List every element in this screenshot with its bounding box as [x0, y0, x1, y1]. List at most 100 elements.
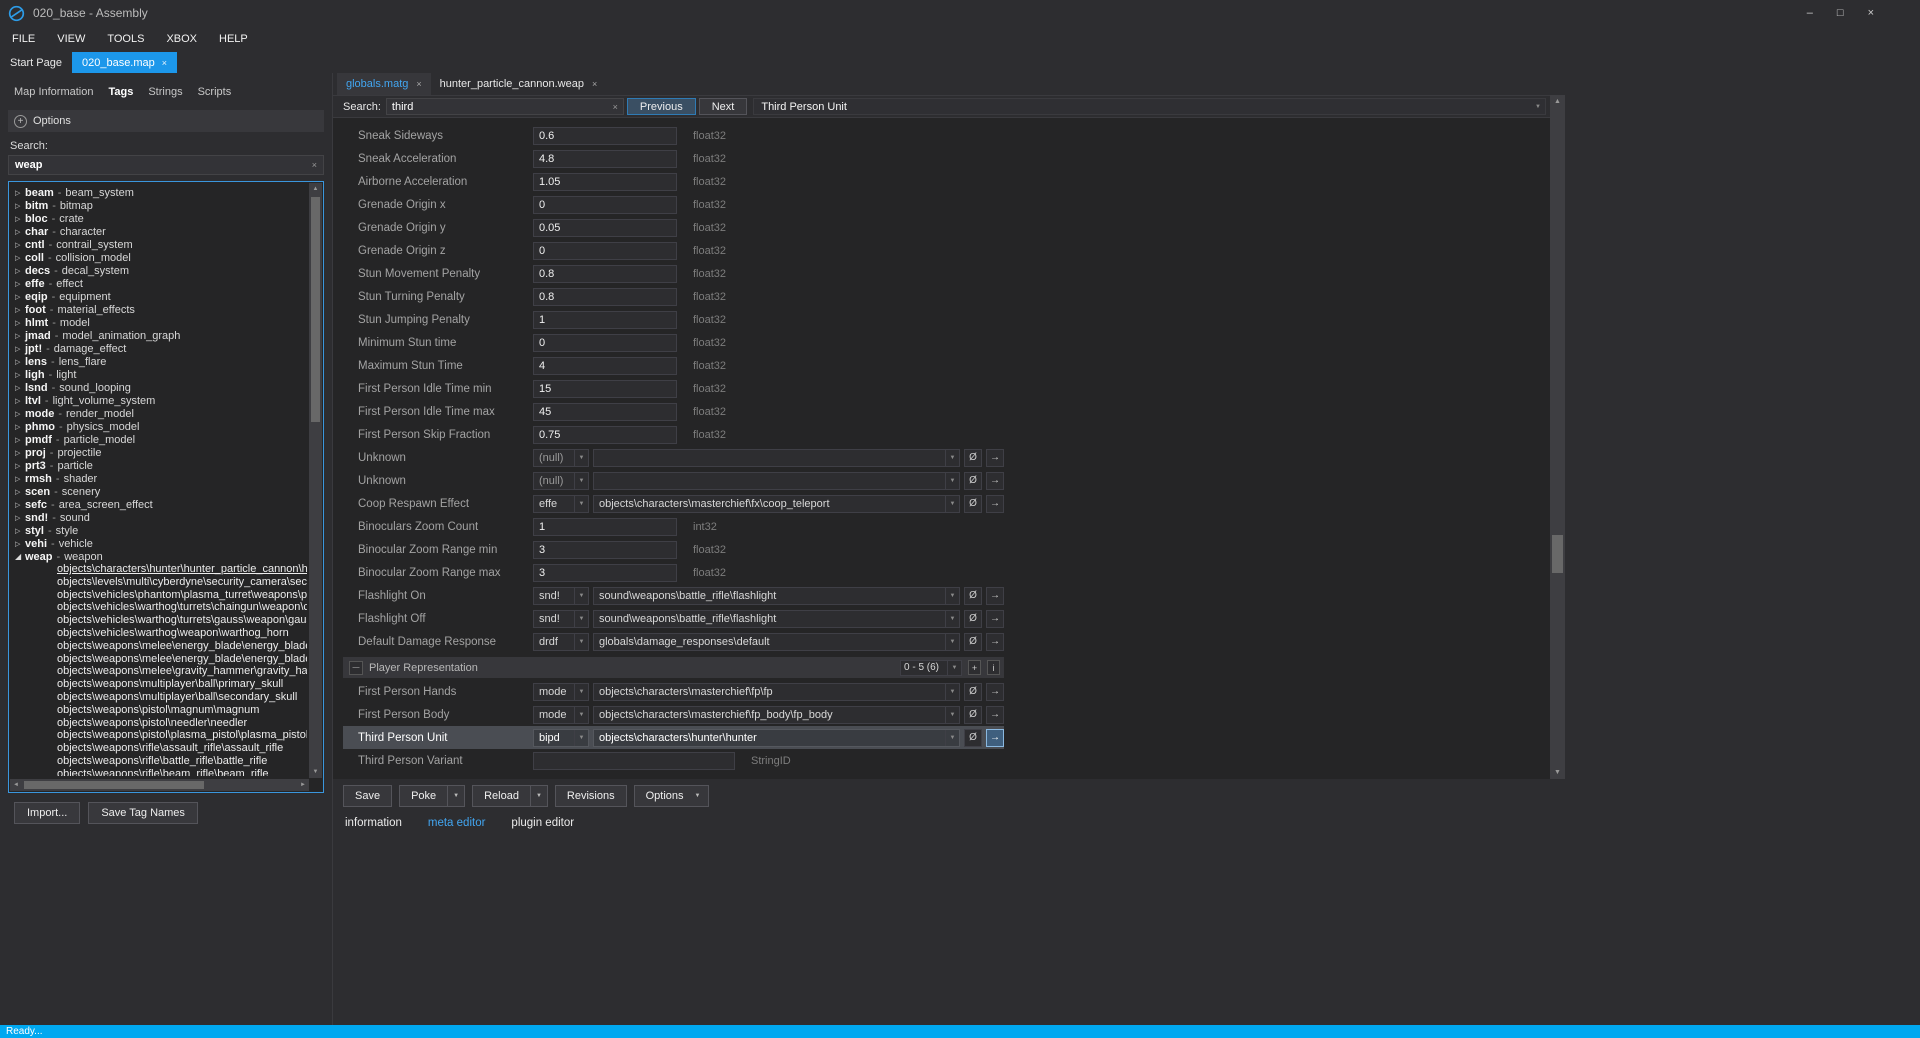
- tag-class-row[interactable]: ▷ bitm - bitmap: [11, 199, 307, 212]
- tag-class-dropdown[interactable]: snd! ▼: [533, 586, 589, 605]
- tree-collapsed-icon[interactable]: ▷: [11, 345, 23, 353]
- tree-collapsed-icon[interactable]: ▷: [11, 410, 23, 418]
- field-value-input[interactable]: [533, 751, 735, 770]
- tag-class-dropdown[interactable]: (null) ▼: [533, 448, 589, 467]
- tag-class-row[interactable]: ▷ proj - projectile: [11, 446, 307, 459]
- tag-item[interactable]: objects\weapons\pistol\needler\needler: [11, 717, 307, 730]
- tag-class-row[interactable]: ▷ pmdf - particle_model: [11, 433, 307, 446]
- menu-item-xbox[interactable]: XBOX: [166, 33, 197, 45]
- tree-collapsed-icon[interactable]: ▷: [11, 475, 23, 483]
- close-tab-icon[interactable]: ×: [162, 58, 167, 68]
- tag-item[interactable]: objects\weapons\melee\gravity_hammer\gra…: [11, 665, 307, 678]
- previous-result-button[interactable]: Previous: [626, 98, 696, 115]
- menu-item-view[interactable]: VIEW: [57, 33, 85, 45]
- tree-collapsed-icon[interactable]: ▷: [11, 527, 23, 535]
- block-info-button[interactable]: i: [987, 660, 1000, 675]
- search-result-dropdown[interactable]: Third Person Unit ▼: [753, 98, 1546, 115]
- tag-class-row[interactable]: ▷ rmsh - shader: [11, 472, 307, 485]
- map-tab[interactable]: Start Page: [0, 52, 72, 73]
- close-icon[interactable]: ×: [1868, 7, 1874, 19]
- scroll-left-icon[interactable]: ◄: [13, 782, 19, 788]
- goto-tag-button[interactable]: →: [986, 705, 1004, 724]
- tag-class-row[interactable]: ▷ mode - render_model: [11, 407, 307, 420]
- tree-collapsed-icon[interactable]: ▷: [11, 228, 23, 236]
- null-reference-button[interactable]: Ø: [964, 586, 982, 605]
- tag-item[interactable]: objects\vehicles\warthog\turrets\chaingu…: [11, 601, 307, 614]
- tree-collapsed-icon[interactable]: ▷: [11, 319, 23, 327]
- add-block-button[interactable]: +: [968, 660, 981, 675]
- tag-class-dropdown[interactable]: mode ▼: [533, 682, 589, 701]
- menu-item-tools[interactable]: TOOLS: [107, 33, 144, 45]
- scrollbar-thumb[interactable]: [24, 781, 204, 789]
- goto-tag-button[interactable]: →: [986, 682, 1004, 701]
- tag-item[interactable]: objects\weapons\melee\energy_blade\energ…: [11, 653, 307, 666]
- null-reference-button[interactable]: Ø: [964, 632, 982, 651]
- tree-collapsed-icon[interactable]: ▷: [11, 254, 23, 262]
- tag-path-dropdown[interactable]: objects\characters\masterchief\fp_body\f…: [593, 705, 960, 724]
- tag-class-row[interactable]: ▷ cntl - contrail_system: [11, 238, 307, 251]
- field-value-input[interactable]: 3: [533, 540, 677, 559]
- null-reference-button[interactable]: Ø: [964, 471, 982, 490]
- revisions-button[interactable]: Revisions: [554, 785, 627, 807]
- tag-path-dropdown[interactable]: globals\damage_responses\default ▼: [593, 632, 960, 651]
- tag-item[interactable]: objects\weapons\pistol\magnum\magnum: [11, 704, 307, 717]
- tree-collapsed-icon[interactable]: ▷: [11, 189, 23, 197]
- tag-item[interactable]: objects\vehicles\warthog\weapon\warthog_…: [11, 627, 307, 640]
- tag-class-row[interactable]: ▷ ltvl - light_volume_system: [11, 394, 307, 407]
- tree-collapsed-icon[interactable]: ▷: [11, 241, 23, 249]
- tag-class-dropdown[interactable]: bipd ▼: [533, 728, 589, 747]
- field-value-input[interactable]: 4.8: [533, 149, 677, 168]
- reload-button[interactable]: Reload ▼: [472, 785, 548, 807]
- goto-tag-button[interactable]: →: [986, 471, 1004, 490]
- tag-search-input[interactable]: weap ×: [8, 155, 324, 175]
- field-value-input[interactable]: 0: [533, 241, 677, 260]
- scroll-up-icon[interactable]: ▲: [309, 186, 322, 192]
- field-value-input[interactable]: 1: [533, 517, 677, 536]
- tag-class-row[interactable]: ▷ vehi - vehicle: [11, 537, 307, 550]
- tag-item[interactable]: objects\weapons\multiplayer\ball\seconda…: [11, 691, 307, 704]
- tag-item[interactable]: objects\weapons\melee\energy_blade\energ…: [11, 640, 307, 653]
- tag-item[interactable]: objects\weapons\multiplayer\ball\primary…: [11, 678, 307, 691]
- tag-class-row[interactable]: ▷ scen - scenery: [11, 485, 307, 498]
- tag-class-row[interactable]: ▷ phmo - physics_model: [11, 420, 307, 433]
- tag-class-row[interactable]: ▷ prt3- particle: [11, 459, 307, 472]
- next-result-button[interactable]: Next: [698, 98, 748, 115]
- tag-list-vertical-scrollbar[interactable]: ▲ ▼: [309, 183, 322, 778]
- tag-path-dropdown[interactable]: objects\characters\hunter\hunter ▼: [593, 728, 960, 747]
- tree-collapsed-icon[interactable]: ▷: [11, 293, 23, 301]
- tag-path-dropdown[interactable]: sound\weapons\battle_rifle\flashlight ▼: [593, 586, 960, 605]
- tag-class-row[interactable]: ▷ jmad - model_animation_graph: [11, 329, 307, 342]
- tag-class-row[interactable]: ▷ sefc - area_screen_effect: [11, 498, 307, 511]
- meta-vertical-scrollbar[interactable]: ▲ ▼: [1550, 95, 1565, 779]
- field-value-input[interactable]: 0.75: [533, 425, 677, 444]
- tag-item[interactable]: objects\levels\multi\cyberdyne\security_…: [11, 576, 307, 589]
- tag-class-row[interactable]: ▷ hlmt - model: [11, 316, 307, 329]
- tree-collapsed-icon[interactable]: ▷: [11, 215, 23, 223]
- tag-path-dropdown[interactable]: ▼: [593, 471, 960, 490]
- null-reference-button[interactable]: Ø: [964, 609, 982, 628]
- tag-class-dropdown[interactable]: (null) ▼: [533, 471, 589, 490]
- tag-class-dropdown[interactable]: drdf ▼: [533, 632, 589, 651]
- tag-path-dropdown[interactable]: ▼: [593, 448, 960, 467]
- tag-item[interactable]: objects\weapons\rifle\assault_rifle\assa…: [11, 742, 307, 755]
- tag-item[interactable]: objects\weapons\rifle\beam_rifle\beam_ri…: [11, 768, 307, 776]
- menu-item-file[interactable]: FILE: [12, 33, 35, 45]
- tag-class-dropdown[interactable]: effe ▼: [533, 494, 589, 513]
- field-value-input[interactable]: 4: [533, 356, 677, 375]
- clear-search-icon[interactable]: ×: [312, 160, 317, 170]
- tag-path-dropdown[interactable]: objects\characters\masterchief\fx\coop_t…: [593, 494, 960, 513]
- options-button[interactable]: Options ▼: [633, 785, 710, 807]
- tag-list-horizontal-scrollbar[interactable]: ◄ ►: [10, 779, 309, 791]
- goto-tag-button[interactable]: →: [986, 609, 1004, 628]
- field-value-input[interactable]: 0: [533, 195, 677, 214]
- tree-collapsed-icon[interactable]: ▷: [11, 267, 23, 275]
- field-value-input[interactable]: 0.6: [533, 126, 677, 145]
- minimize-icon[interactable]: –: [1807, 7, 1813, 19]
- maximize-icon[interactable]: □: [1837, 7, 1844, 19]
- tree-collapsed-icon[interactable]: ▷: [11, 384, 23, 392]
- block-index-dropdown[interactable]: 0 - 5 (6) ▼: [900, 659, 962, 676]
- goto-tag-button[interactable]: →: [986, 494, 1004, 513]
- tag-item[interactable]: objects\vehicles\warthog\turrets\gauss\w…: [11, 614, 307, 627]
- field-value-input[interactable]: 3: [533, 563, 677, 582]
- tree-collapsed-icon[interactable]: ▷: [11, 332, 23, 340]
